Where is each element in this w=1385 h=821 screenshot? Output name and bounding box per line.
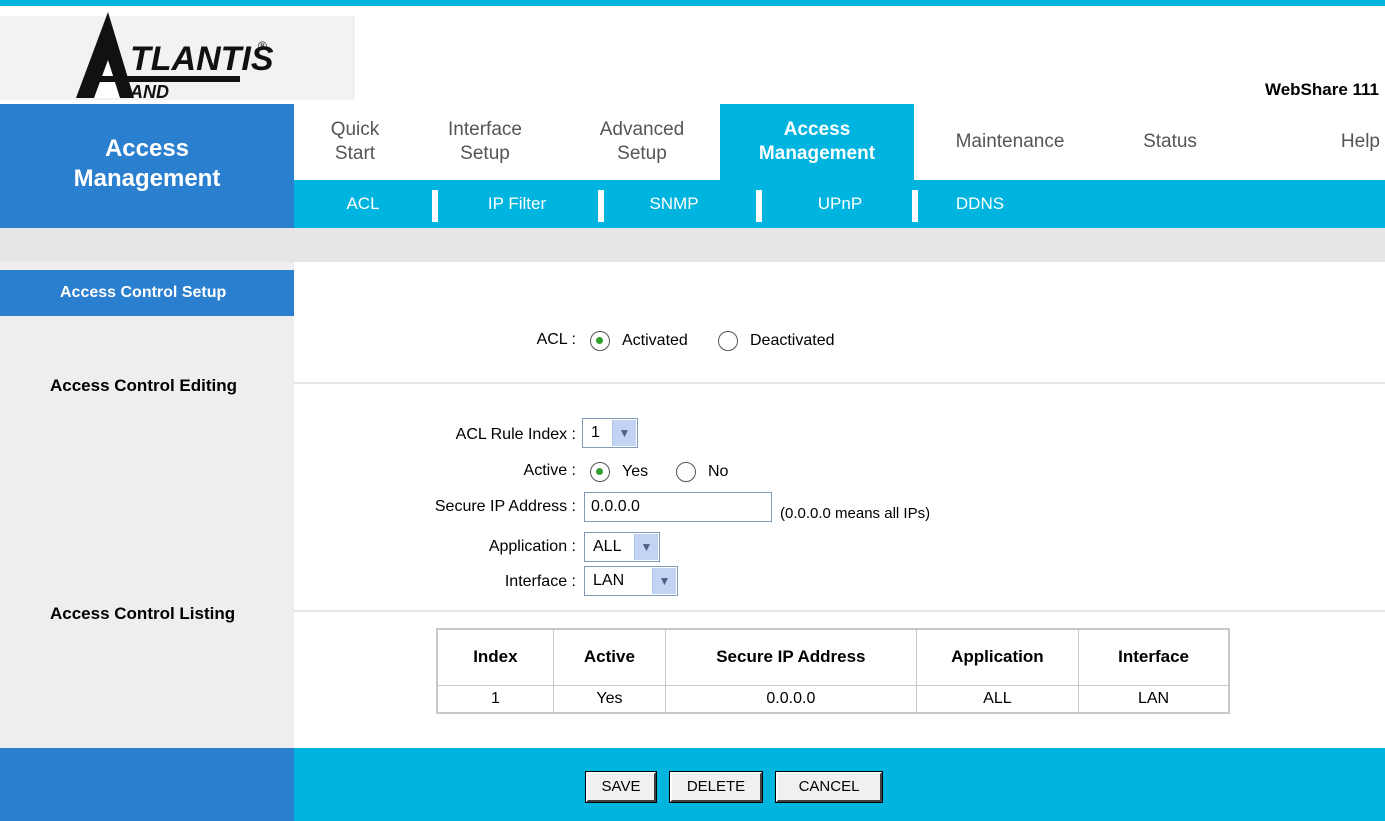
tab-maintenance[interactable]: Maintenance [920, 104, 1100, 180]
cell-active: Yes [552, 684, 667, 714]
acl-activated-radio[interactable] [590, 331, 610, 351]
active-no-radio[interactable] [676, 462, 696, 482]
tab-advanced-setup[interactable]: Advanced Setup [572, 104, 712, 180]
atlantis-logo: TLANTIS ® AND [76, 12, 274, 102]
rule-index-label: ACL Rule Index : [455, 426, 576, 443]
cell-secure-ip: 0.0.0.0 [665, 684, 917, 714]
table-header-row: Index Active Secure IP Address Applicati… [436, 628, 1230, 686]
delete-button[interactable]: DELETE [670, 772, 762, 802]
cancel-button[interactable]: CANCEL [776, 772, 882, 802]
application-select[interactable]: ALL ▼ [584, 532, 660, 562]
subnav-ddns[interactable]: DDNS [930, 180, 1030, 228]
secure-ip-note: (0.0.0.0 means all IPs) [780, 505, 931, 522]
tab-quick-start[interactable]: Quick Start [300, 104, 410, 180]
cell-application: ALL [915, 684, 1080, 714]
subnav-separator [756, 190, 762, 222]
footer-left [0, 748, 294, 821]
col-interface-header: Interface [1078, 628, 1230, 686]
spacer-bar [0, 228, 1385, 262]
tab-help[interactable]: Help [1290, 104, 1380, 180]
col-active-header: Active [552, 628, 667, 686]
chevron-down-icon: ▼ [612, 420, 636, 446]
chevron-down-icon: ▼ [634, 534, 658, 560]
section-divider [294, 610, 1385, 612]
chevron-down-icon: ▼ [652, 568, 676, 594]
col-index-header: Index [436, 628, 554, 686]
tab-status[interactable]: Status [1110, 104, 1230, 180]
section-divider [294, 382, 1385, 384]
svg-text:AND: AND [129, 82, 169, 102]
interface-select[interactable]: LAN ▼ [584, 566, 678, 596]
model-name: WebShare 111 [1264, 80, 1379, 99]
col-secure-ip-header: Secure IP Address [665, 628, 917, 686]
application-label: Application : [488, 538, 576, 555]
svg-text:®: ® [258, 39, 267, 53]
secure-ip-input[interactable]: 0.0.0.0 [584, 492, 772, 522]
active-no-label: No [708, 463, 729, 480]
cell-interface: LAN [1078, 684, 1230, 714]
acl-deactivated-radio[interactable] [718, 331, 738, 351]
interface-label: Interface : [504, 573, 576, 590]
subnav-separator [598, 190, 604, 222]
subnav-separator [432, 190, 438, 222]
acl-activated-label: Activated [622, 332, 688, 349]
secure-ip-label: Secure IP Address : [434, 498, 576, 515]
svg-text:TLANTIS: TLANTIS [130, 40, 274, 78]
active-label: Active : [523, 462, 576, 479]
save-button[interactable]: SAVE [586, 772, 656, 802]
subnav-snmp[interactable]: SNMP [624, 180, 724, 228]
left-label-editing: Access Control Editing [50, 376, 238, 395]
tab-access-management[interactable]: Access Management [720, 104, 914, 180]
active-yes-label: Yes [622, 463, 649, 480]
left-column [0, 262, 294, 748]
col-application-header: Application [915, 628, 1080, 686]
active-yes-radio[interactable] [590, 462, 610, 482]
acl-list-table: Index Active Secure IP Address Applicati… [436, 628, 1230, 714]
subnav-separator [912, 190, 918, 222]
tab-interface-setup[interactable]: Interface Setup [420, 104, 550, 180]
left-label-listing: Access Control Listing [50, 604, 236, 623]
section-title: Access Management [0, 104, 294, 228]
subnav-acl[interactable]: ACL [330, 180, 396, 228]
acl-label: ACL : [536, 331, 576, 348]
subnav-upnp[interactable]: UPnP [790, 180, 890, 228]
subnav-ip-filter[interactable]: IP Filter [452, 180, 582, 228]
rule-index-select[interactable]: 1 ▼ [582, 418, 638, 448]
cell-index: 1 [436, 684, 554, 714]
table-row: 1 Yes 0.0.0.0 ALL LAN [436, 684, 1230, 714]
acl-deactivated-label: Deactivated [750, 332, 835, 349]
left-item-access-control-setup[interactable]: Access Control Setup [0, 270, 294, 316]
